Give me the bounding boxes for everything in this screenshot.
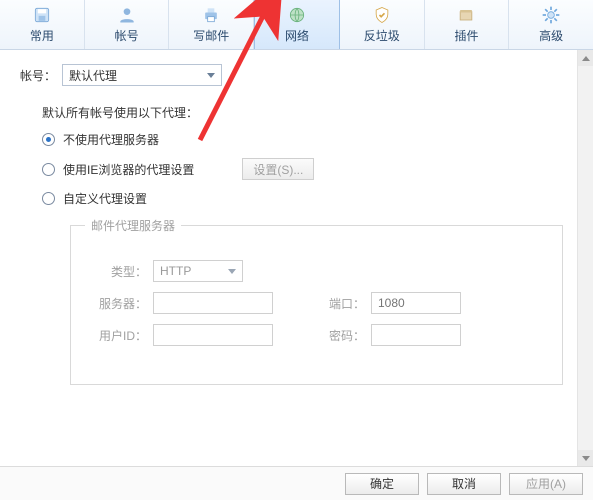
radio-no-proxy-label: 不使用代理服务器 xyxy=(63,131,159,148)
ok-button[interactable]: 确定 xyxy=(345,473,419,495)
row-type: 类型： HTTP xyxy=(91,260,542,282)
chevron-down-icon xyxy=(207,73,215,78)
toolbar: 常用 帐号 写邮件 网络 反垃圾 插件 高级 xyxy=(0,0,593,50)
content-area: 帐号： 默认代理 默认所有帐号使用以下代理： 不使用代理服务器 使用IE浏览器的… xyxy=(0,50,593,470)
cancel-button[interactable]: 取消 xyxy=(427,473,501,495)
label-port: 端口： xyxy=(325,295,365,312)
chevron-down-icon xyxy=(228,269,236,274)
proxy-fieldset: 邮件代理服务器 类型： HTTP 服务器： 端口： 用户ID： 密码： xyxy=(70,225,563,385)
save-disk-icon xyxy=(32,5,52,25)
user-input[interactable] xyxy=(153,324,273,346)
account-label: 帐号： xyxy=(20,67,56,84)
radio-no-proxy[interactable]: 不使用代理服务器 xyxy=(42,131,573,148)
settings-button[interactable]: 设置(S)... xyxy=(242,158,314,180)
tab-plugins[interactable]: 插件 xyxy=(425,0,510,49)
proxy-desc: 默认所有帐号使用以下代理： xyxy=(42,104,573,121)
radio-ie-proxy[interactable]: 使用IE浏览器的代理设置 设置(S)... xyxy=(42,158,573,180)
label-type: 类型： xyxy=(91,263,147,280)
tab-common-label: 常用 xyxy=(30,27,54,44)
globe-icon xyxy=(287,5,307,25)
radio-icon xyxy=(42,192,55,205)
gear-icon xyxy=(541,5,561,25)
account-row: 帐号： 默认代理 xyxy=(20,64,573,86)
footer: 确定 取消 应用(A) xyxy=(0,466,593,500)
user-icon xyxy=(117,5,137,25)
type-select-value: HTTP xyxy=(160,264,191,278)
tab-advanced-label: 高级 xyxy=(539,27,563,44)
row-server-port: 服务器： 端口： xyxy=(91,292,542,314)
radio-ie-proxy-label: 使用IE浏览器的代理设置 xyxy=(63,161,194,178)
tab-account[interactable]: 帐号 xyxy=(85,0,170,49)
tab-compose-label: 写邮件 xyxy=(193,27,229,44)
row-user-pass: 用户ID： 密码： xyxy=(91,324,542,346)
radio-icon xyxy=(42,133,55,146)
tab-network-label: 网络 xyxy=(285,27,309,44)
password-input[interactable] xyxy=(371,324,461,346)
label-user: 用户ID： xyxy=(91,327,147,344)
tab-compose[interactable]: 写邮件 xyxy=(169,0,254,49)
radio-custom-proxy-label: 自定义代理设置 xyxy=(63,190,147,207)
apply-button[interactable]: 应用(A) xyxy=(509,473,583,495)
tab-network[interactable]: 网络 xyxy=(254,0,340,49)
label-password: 密码： xyxy=(325,327,365,344)
tab-account-label: 帐号 xyxy=(115,27,139,44)
box-icon xyxy=(456,5,476,25)
tab-antispam-label: 反垃圾 xyxy=(364,27,400,44)
label-server: 服务器： xyxy=(91,295,147,312)
fieldset-legend: 邮件代理服务器 xyxy=(85,217,181,234)
radio-custom-proxy[interactable]: 自定义代理设置 xyxy=(42,190,573,207)
tab-plugins-label: 插件 xyxy=(454,27,478,44)
server-input[interactable] xyxy=(153,292,273,314)
tab-antispam[interactable]: 反垃圾 xyxy=(340,0,425,49)
shield-icon xyxy=(372,5,392,25)
radio-icon xyxy=(42,163,55,176)
tab-common[interactable]: 常用 xyxy=(0,0,85,49)
tab-advanced[interactable]: 高级 xyxy=(509,0,593,49)
type-select[interactable]: HTTP xyxy=(153,260,243,282)
printer-icon xyxy=(201,5,221,25)
account-combobox-value: 默认代理 xyxy=(69,67,117,84)
port-input[interactable] xyxy=(371,292,461,314)
account-combobox[interactable]: 默认代理 xyxy=(62,64,222,86)
